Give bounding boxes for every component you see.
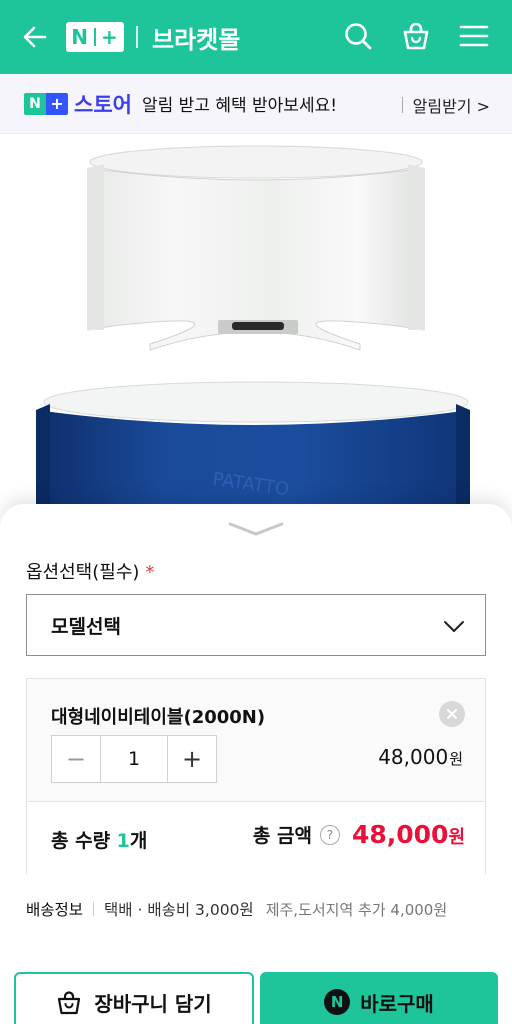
- total-qty-prefix: 총 수량: [51, 830, 117, 852]
- shopping-bag-icon: [58, 991, 81, 1015]
- bottom-action-bar: 장바구니 담기 N 바로구매: [0, 970, 512, 1024]
- quantity-value[interactable]: 1: [100, 736, 168, 782]
- top-header: N + 브라켓몰: [0, 0, 512, 74]
- back-arrow-icon[interactable]: [18, 20, 52, 54]
- total-amount-unit: 원: [448, 827, 465, 848]
- header-actions: [342, 20, 490, 52]
- store-alarm-banner: N + 스토어 알림 받고 혜택 받아보세요! 알림받기 >: [0, 74, 512, 134]
- logo-divider: [93, 28, 96, 46]
- naver-plus-badge: N +: [24, 92, 68, 115]
- decrease-button[interactable]: −: [52, 736, 100, 782]
- product-image[interactable]: PATATTO: [0, 134, 512, 514]
- total-price: 총 금액 ? 48,000원: [253, 820, 465, 849]
- shopping-bag-icon[interactable]: [400, 20, 432, 52]
- menu-icon[interactable]: [458, 20, 490, 52]
- divider: [93, 902, 95, 916]
- purchase-sheet: 옵션선택(필수) * 모델선택 대형네이비테이블(2000N) − 1 + 48,…: [0, 504, 512, 1024]
- product-photo: PATATTO: [36, 145, 470, 514]
- selected-item-name: 대형네이비테이블(2000N): [51, 707, 266, 728]
- chevron-down-icon: [444, 621, 464, 632]
- delivery-label: 배송정보: [26, 901, 84, 919]
- increase-button[interactable]: +: [168, 736, 216, 782]
- option-label: 옵션선택(필수) *: [26, 558, 154, 584]
- selected-option-box: 대형네이비테이블(2000N) − 1 + 48,000원 총 수량 1개 총 …: [26, 678, 486, 874]
- total-amount-value: 48,000: [351, 820, 449, 849]
- store-label: 스토어: [74, 92, 132, 117]
- item-price-value: 48,000: [378, 745, 449, 769]
- help-icon[interactable]: ?: [319, 824, 340, 845]
- model-select-dropdown[interactable]: 모델선택: [26, 594, 486, 656]
- chevron-down-icon[interactable]: [226, 520, 286, 538]
- delivery-info: 배송정보 택배 · 배송비 3,000원 제주,도서지역 추가 4,000원: [26, 898, 447, 920]
- item-price-unit: 원: [449, 750, 463, 768]
- buy-now-button[interactable]: N 바로구매: [260, 972, 498, 1024]
- alarm-subscribe-link[interactable]: 알림받기 >: [402, 93, 490, 117]
- add-to-cart-label: 장바구니 담기: [94, 991, 212, 1016]
- required-mark: *: [145, 562, 155, 583]
- totals-row: 총 수량 1개 총 금액 ? 48,000원: [27, 802, 485, 874]
- delivery-extra-fee: 제주,도서지역 추가 4,000원: [265, 900, 448, 919]
- naver-n-icon: N: [324, 989, 351, 1015]
- banner-message: 알림 받고 혜택 받아보세요!: [141, 96, 338, 116]
- header-divider: [136, 26, 138, 48]
- buy-now-label: 바로구매: [360, 991, 434, 1016]
- select-value: 모델선택: [51, 615, 121, 638]
- total-qty-count: 1: [116, 830, 130, 852]
- option-label-text: 옵션선택(필수): [26, 562, 140, 583]
- total-price-label: 총 금액: [252, 825, 312, 847]
- delivery-method: 택배 · 배송비 3,000원: [104, 901, 254, 919]
- add-to-cart-button[interactable]: 장바구니 담기: [14, 972, 254, 1024]
- total-quantity: 총 수량 1개: [51, 826, 147, 853]
- logo-plus: +: [100, 25, 119, 49]
- logo-n: N: [71, 25, 89, 49]
- close-icon[interactable]: [439, 701, 465, 727]
- total-amount: 48,000원: [352, 820, 465, 849]
- naver-plus-logo[interactable]: N +: [66, 22, 124, 52]
- quantity-stepper: − 1 +: [51, 735, 217, 783]
- badge-n: N: [24, 92, 46, 115]
- item-price: 48,000원: [378, 745, 463, 769]
- shop-name[interactable]: 브라켓몰: [152, 20, 240, 55]
- total-qty-suffix: 개: [129, 830, 148, 852]
- badge-plus: +: [46, 92, 68, 115]
- search-icon[interactable]: [342, 20, 374, 52]
